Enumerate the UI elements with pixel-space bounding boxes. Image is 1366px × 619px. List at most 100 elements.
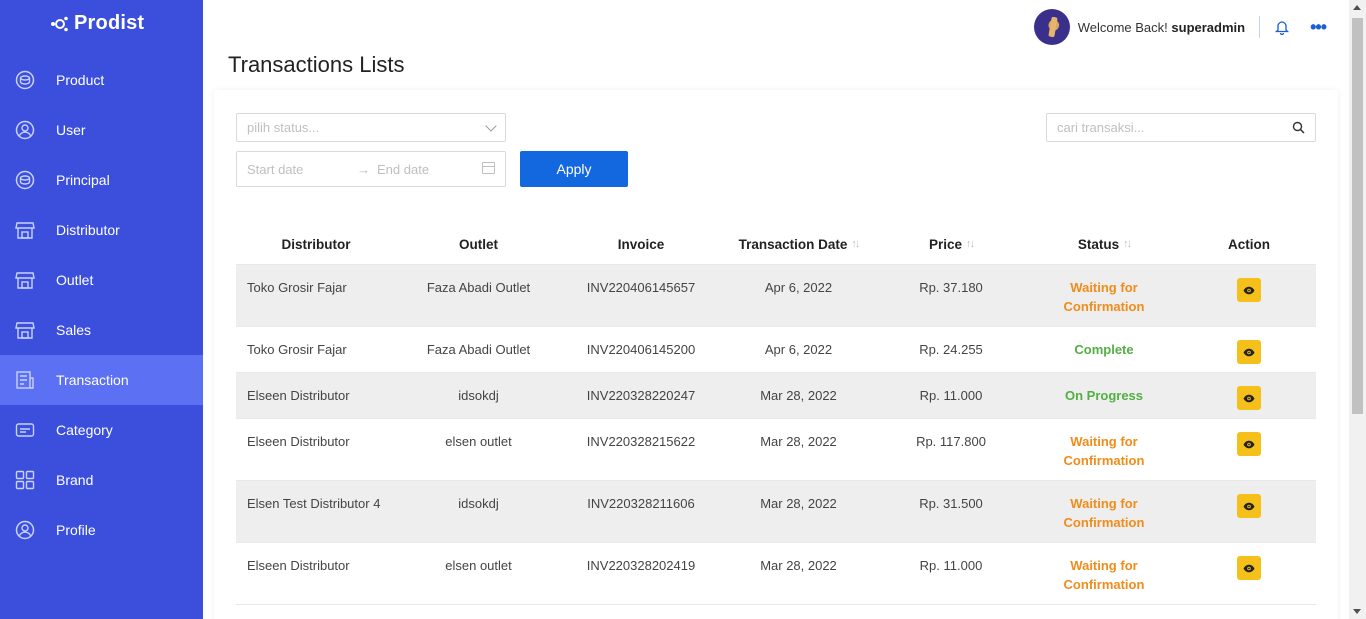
column-label: Transaction Date	[738, 236, 848, 252]
more-options-icon[interactable]: •••	[1310, 18, 1327, 36]
sidebar-item-profile[interactable]: Profile	[0, 505, 203, 555]
eye-icon	[1243, 348, 1255, 356]
sidebar-item-transaction[interactable]: Transaction	[0, 355, 203, 405]
sidebar-item-user[interactable]: User	[0, 105, 203, 155]
date-range-picker[interactable]: Start date → End date	[236, 151, 506, 187]
view-button[interactable]	[1237, 278, 1261, 302]
outlet-cell: idsokdj	[458, 496, 499, 511]
status-text: Confirmation	[1063, 299, 1145, 314]
sidebar-item-distributor[interactable]: Distributor	[0, 205, 203, 255]
logo-icon	[51, 16, 68, 31]
sort-icon[interactable]: ↑↓	[1123, 235, 1132, 254]
sidebar-item-label: Outlet	[56, 272, 94, 288]
status-text: Confirmation	[1063, 453, 1145, 468]
sidebar-item-label: Brand	[56, 472, 94, 488]
invoice-cell: INV220406145200	[586, 342, 696, 357]
sidebar-item-principal[interactable]: Principal	[0, 155, 203, 205]
outlet-cell: Faza Abadi Outlet	[426, 342, 531, 357]
invoice-cell: INV220328220247	[586, 388, 696, 403]
status-text: Waiting for	[1070, 434, 1138, 449]
avatar[interactable]	[1033, 9, 1070, 45]
eye-icon	[1243, 286, 1255, 294]
eye-icon	[1243, 502, 1255, 510]
status-cell: Waiting for Confirmation	[1026, 265, 1182, 326]
view-button[interactable]	[1237, 340, 1261, 364]
column-label: Outlet	[459, 236, 498, 252]
date-cell: Mar 28, 2022	[760, 496, 837, 511]
column-header-status[interactable]: Status ↑↓	[1026, 235, 1182, 254]
view-button[interactable]	[1237, 556, 1261, 580]
distributor-cell: Elseen Distributor	[247, 558, 350, 573]
sidebar-item-label: User	[56, 122, 86, 138]
sort-icon[interactable]: ↑↓	[851, 238, 860, 250]
outlet-cell: elsen outlet	[445, 558, 512, 573]
bell-icon[interactable]	[1274, 19, 1290, 35]
logo[interactable]: Prodist	[50, 12, 144, 35]
sidebar-item-outlet[interactable]: Outlet	[0, 255, 203, 305]
sort-icon[interactable]: ↑↓	[966, 238, 975, 250]
transactions-table: Distributor Outlet Invoice Transaction D…	[236, 224, 1316, 605]
price-cell: Rp. 37.180	[919, 280, 983, 295]
table-row: Toko Grosir Fajar Faza Abadi Outlet INV220…	[236, 327, 1316, 373]
view-button[interactable]	[1237, 386, 1261, 410]
action-cell	[1182, 419, 1316, 480]
search-input[interactable]: cari transaksi...	[1046, 113, 1316, 142]
action-cell	[1182, 481, 1316, 542]
status-select[interactable]: pilih status...	[236, 113, 506, 142]
action-cell	[1182, 327, 1316, 372]
page-title: Transactions Lists	[228, 52, 405, 77]
search-icon[interactable]	[1292, 121, 1305, 134]
end-date-input[interactable]: End date	[377, 162, 429, 177]
price-cell: Rp. 11.000	[919, 388, 983, 403]
date-cell: Mar 28, 2022	[760, 558, 837, 573]
user-icon	[14, 119, 36, 141]
invoice-cell: INV220328211606	[587, 496, 695, 511]
chevron-down-icon	[485, 120, 497, 132]
column-label: Price	[928, 236, 963, 252]
status-select-placeholder: pilih status...	[247, 120, 320, 135]
column-header-transaction-date[interactable]: Transaction Date ↑↓	[721, 237, 876, 252]
apply-button[interactable]: Apply	[520, 151, 628, 187]
column-header-price[interactable]: Price ↑↓	[876, 237, 1026, 252]
view-button[interactable]	[1237, 432, 1261, 456]
outlet-cell: elsen outlet	[445, 434, 512, 449]
welcome-label: Welcome Back!	[1077, 19, 1168, 35]
status-text: On Progress	[1064, 388, 1144, 403]
date-cell: Apr 6, 2022	[764, 342, 833, 357]
scroll-up-icon[interactable]	[1353, 5, 1361, 10]
table-row: Elseen Distributor elsen outlet INV2203282…	[236, 543, 1316, 605]
scroll-down-icon[interactable]	[1353, 609, 1361, 614]
status-text: Waiting for	[1070, 280, 1138, 295]
price-cell: Rp. 31.500	[919, 496, 983, 511]
sidebar-item-sales[interactable]: Sales	[0, 305, 203, 355]
scrollbar-thumb[interactable]	[1352, 18, 1363, 414]
sidebar-item-label: Category	[56, 422, 113, 438]
date-cell: Apr 6, 2022	[764, 280, 833, 295]
sidebar-item-product[interactable]: Product	[0, 55, 203, 105]
sidebar-item-brand[interactable]: Brand	[0, 455, 203, 505]
date-cell: Mar 28, 2022	[760, 388, 837, 403]
action-cell	[1182, 265, 1316, 326]
table-row: Elsen Test Distributor 4 idsokdj INV220328…	[236, 481, 1316, 543]
start-date-input[interactable]: Start date	[247, 162, 303, 177]
view-button[interactable]	[1237, 494, 1261, 518]
sidebar-item-category[interactable]: Category	[0, 405, 203, 455]
table-row: Elseen Distributor elsen outlet INV2203282…	[236, 419, 1316, 481]
page-scrollbar[interactable]	[1349, 0, 1366, 619]
invoice-cell: INV220328215622	[586, 434, 696, 449]
status-text: Confirmation	[1063, 577, 1145, 592]
grid-icon	[14, 469, 36, 491]
search-placeholder: cari transaksi...	[1057, 120, 1145, 135]
column-label: Action	[1228, 236, 1270, 252]
column-label: Status	[1077, 236, 1120, 252]
date-cell: Mar 28, 2022	[760, 434, 837, 449]
status-text: Confirmation	[1063, 515, 1145, 530]
distributor-cell: Toko Grosir Fajar	[247, 280, 347, 295]
eye-icon	[1243, 440, 1255, 448]
welcome-text: Welcome Back! superadmin	[1078, 20, 1245, 35]
column-header-distributor: Distributor	[236, 237, 396, 252]
receipt-icon	[14, 369, 36, 391]
table-body: Toko Grosir Fajar Faza Abadi Outlet INV220…	[236, 265, 1316, 605]
header-divider	[1259, 16, 1261, 38]
status-text: Waiting for	[1070, 496, 1138, 511]
